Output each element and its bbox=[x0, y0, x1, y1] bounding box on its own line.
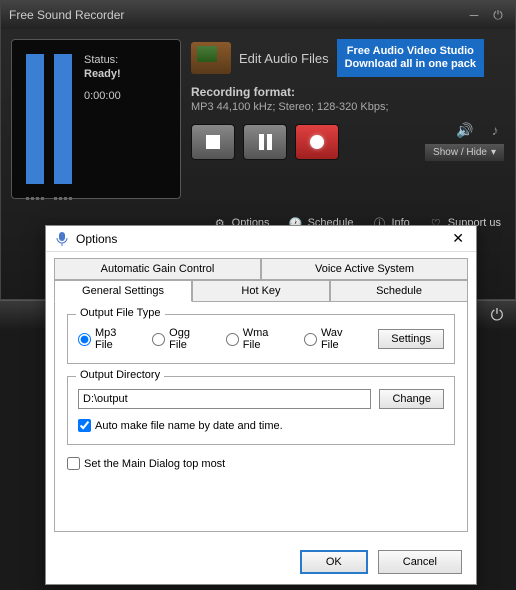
tab-general[interactable]: General Settings bbox=[54, 280, 192, 302]
status-label: Status: bbox=[84, 54, 121, 66]
app-title: Free Sound Recorder bbox=[9, 8, 459, 22]
show-hide-label: Show / Hide bbox=[433, 147, 487, 158]
promo-banner[interactable]: Free Audio Video Studio Download all in … bbox=[337, 39, 484, 77]
output-dir-group: Output Directory Change Auto make file n… bbox=[67, 376, 455, 445]
dialog-header: Options ✕ bbox=[46, 226, 476, 252]
power-button-lower[interactable]: ⏻ bbox=[488, 307, 506, 325]
edit-audio-icon[interactable] bbox=[191, 42, 231, 74]
show-hide-button[interactable]: Show / Hide ▾ bbox=[424, 143, 505, 162]
auto-name-label: Auto make file name by date and time. bbox=[95, 420, 283, 432]
meter-right bbox=[54, 54, 72, 184]
format-detail: MP3 44,100 kHz; Stereo; 128-320 Kbps; bbox=[191, 101, 505, 113]
radio-wma-input[interactable] bbox=[226, 333, 239, 346]
radio-mp3[interactable]: Mp3 File bbox=[78, 327, 134, 351]
meter-left bbox=[26, 54, 44, 184]
output-type-legend: Output File Type bbox=[76, 307, 165, 319]
microphone-icon bbox=[54, 231, 70, 247]
speaker-icon[interactable]: 🔊 bbox=[455, 121, 475, 139]
edit-audio-link[interactable]: Edit Audio Files bbox=[239, 51, 329, 66]
radio-wav-input[interactable] bbox=[304, 333, 317, 346]
music-icon[interactable]: ♪ bbox=[485, 121, 505, 139]
close-button[interactable]: ✕ bbox=[448, 230, 468, 247]
output-dir-legend: Output Directory bbox=[76, 369, 164, 381]
change-button[interactable]: Change bbox=[379, 389, 444, 409]
promo-line1: Free Audio Video Studio bbox=[345, 45, 476, 58]
ok-button[interactable]: OK bbox=[300, 550, 368, 574]
stop-button[interactable] bbox=[191, 124, 235, 160]
timer: 0:00:00 bbox=[84, 90, 121, 102]
status-value: Ready! bbox=[84, 68, 121, 80]
top-most-checkbox[interactable] bbox=[67, 457, 80, 470]
tab-hotkey[interactable]: Hot Key bbox=[192, 280, 330, 302]
promo-line2: Download all in one pack bbox=[345, 58, 476, 71]
format-label: Recording format: bbox=[191, 85, 505, 99]
radio-wav[interactable]: Wav File bbox=[304, 327, 360, 351]
cancel-button[interactable]: Cancel bbox=[378, 550, 462, 574]
titlebar: Free Sound Recorder ─ ⏻ bbox=[1, 1, 515, 29]
options-dialog: Options ✕ Automatic Gain Control Voice A… bbox=[45, 225, 477, 585]
radio-wma[interactable]: Wma File bbox=[226, 327, 286, 351]
record-button[interactable] bbox=[295, 124, 339, 160]
minimize-button[interactable]: ─ bbox=[465, 6, 483, 24]
auto-name-checkbox[interactable] bbox=[78, 419, 91, 432]
power-button[interactable]: ⏻ bbox=[489, 6, 507, 24]
output-type-group: Output File Type Mp3 File Ogg File Wma F… bbox=[67, 314, 455, 364]
level-meters bbox=[20, 48, 78, 190]
top-most-label: Set the Main Dialog top most bbox=[84, 458, 225, 470]
tab-schedule[interactable]: Schedule bbox=[330, 280, 468, 302]
output-dir-input[interactable] bbox=[78, 389, 371, 409]
tab-auto-gain[interactable]: Automatic Gain Control bbox=[54, 258, 261, 280]
tab-voice-active[interactable]: Voice Active System bbox=[261, 258, 468, 280]
chevron-down-icon: ▾ bbox=[491, 147, 496, 158]
status-panel: Status: Ready! 0:00:00 bbox=[11, 39, 181, 199]
settings-button[interactable]: Settings bbox=[378, 329, 444, 349]
radio-ogg[interactable]: Ogg File bbox=[152, 327, 208, 351]
radio-mp3-input[interactable] bbox=[78, 333, 91, 346]
tab-panel-general: Output File Type Mp3 File Ogg File Wma F… bbox=[54, 301, 468, 532]
pause-button[interactable] bbox=[243, 124, 287, 160]
radio-ogg-input[interactable] bbox=[152, 333, 165, 346]
dialog-title: Options bbox=[76, 232, 117, 246]
